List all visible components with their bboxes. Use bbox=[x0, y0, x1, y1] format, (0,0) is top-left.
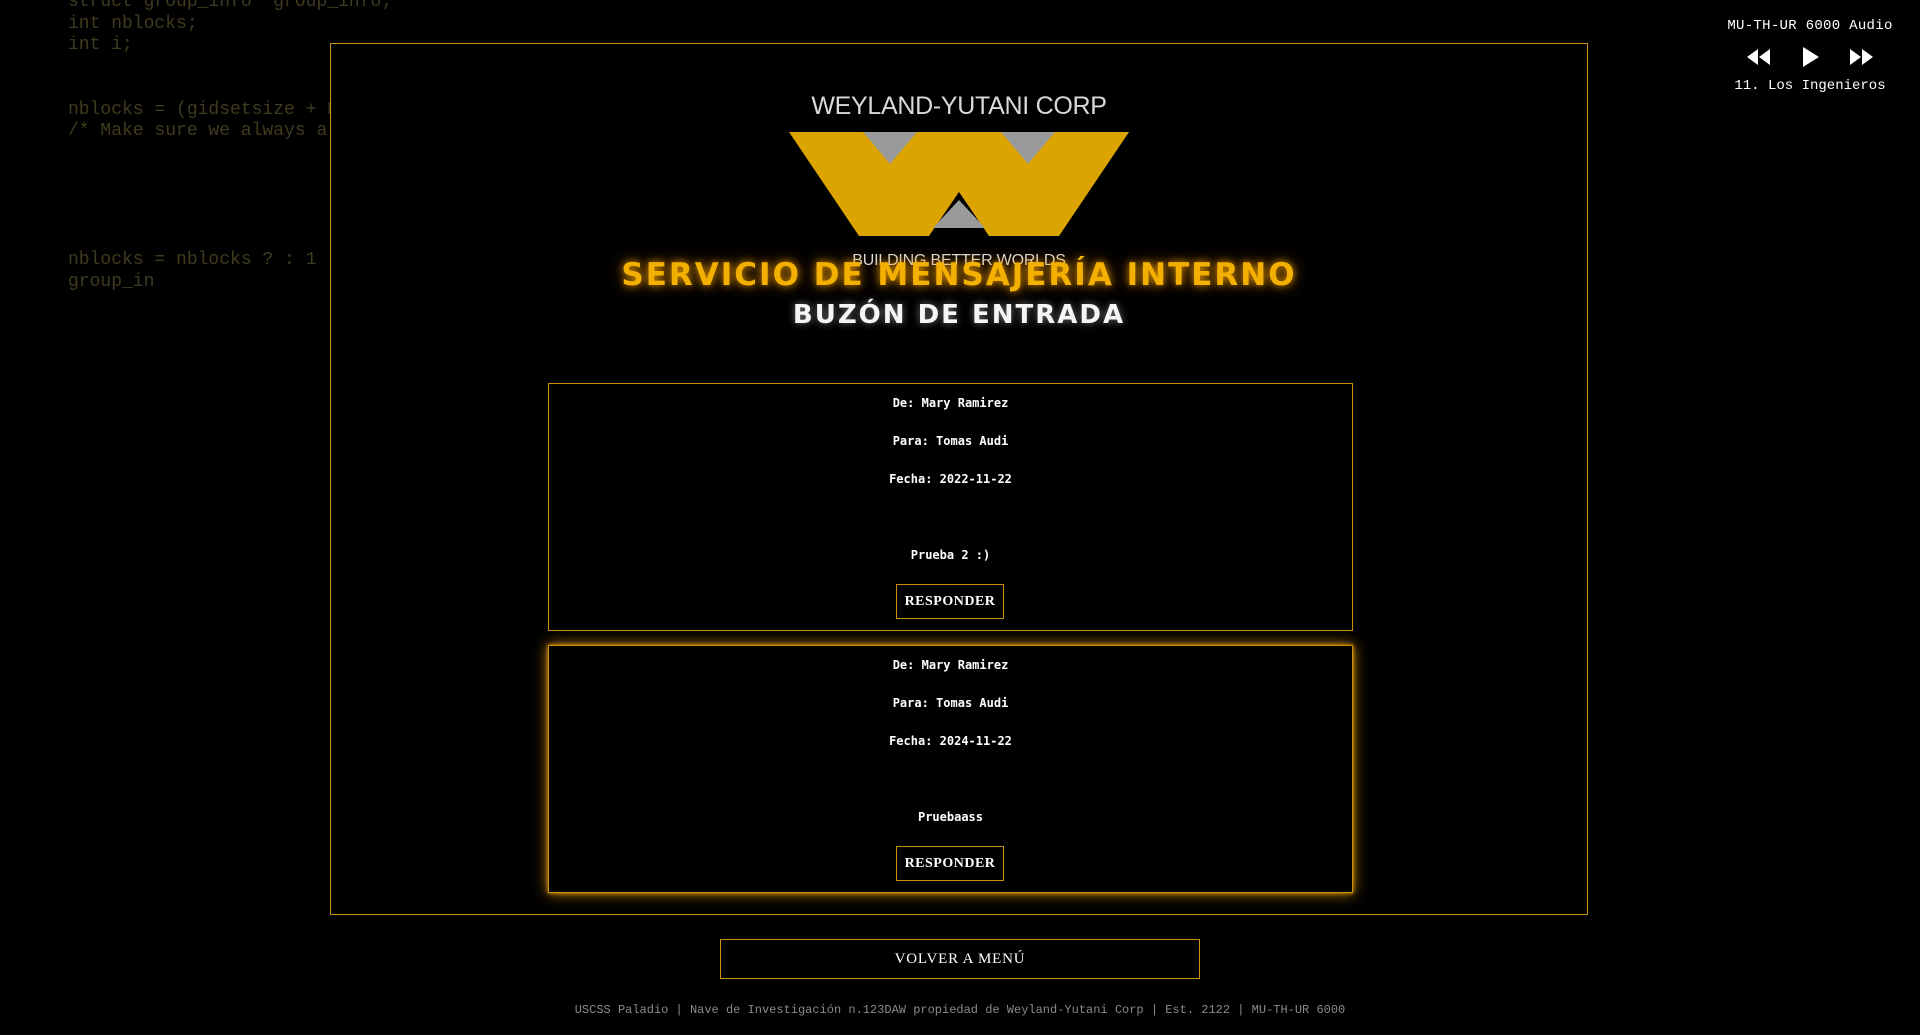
page-title: SERVICIO DE MENSAJERÍA INTERNO bbox=[621, 257, 1297, 293]
reply-button[interactable]: RESPONDER bbox=[896, 846, 1004, 881]
message-body: Prueba 2 :) bbox=[910, 548, 991, 562]
fast-forward-icon bbox=[1850, 49, 1873, 65]
code-line: group_in bbox=[68, 271, 155, 292]
reply-button[interactable]: RESPONDER bbox=[896, 584, 1004, 619]
audio-track-name: 11. Los Ingenieros bbox=[1734, 78, 1886, 94]
message-card: De: Mary Ramirez Para: Tomas Audi Fecha:… bbox=[548, 383, 1353, 631]
message-from: De: Mary Ramirez bbox=[892, 396, 1009, 410]
play-button[interactable] bbox=[1796, 45, 1824, 69]
message-body: Pruebaass bbox=[917, 810, 984, 824]
rewind-button[interactable] bbox=[1744, 45, 1772, 69]
message-date: Fecha: 2024-11-22 bbox=[889, 734, 1012, 748]
play-icon bbox=[1803, 47, 1819, 67]
message-from: De: Mary Ramirez bbox=[892, 658, 1009, 672]
rewind-icon bbox=[1747, 49, 1770, 65]
company-logo: WEYLAND-YUTANI CORP BUILDING BETTER WORL… bbox=[789, 92, 1129, 269]
audio-player: MU-TH-UR 6000 Audio 11. Los Ingenieros bbox=[1720, 18, 1900, 94]
fast-forward-button[interactable] bbox=[1848, 45, 1876, 69]
message-card: De: Mary Ramirez Para: Tomas Audi Fecha:… bbox=[548, 645, 1353, 893]
code-line: int i; bbox=[68, 35, 133, 55]
weyland-yutani-logo-icon bbox=[789, 132, 1129, 236]
logo-company-name: WEYLAND-YUTANI CORP bbox=[811, 92, 1107, 120]
page-subtitle: BUZÓN DE ENTRADA bbox=[792, 300, 1126, 330]
audio-player-title: MU-TH-UR 6000 Audio bbox=[1727, 18, 1893, 34]
back-to-menu-button[interactable]: VOLVER A MENÚ bbox=[720, 939, 1200, 979]
footer-text: USCSS Paladio | Nave de Investigación n.… bbox=[574, 1003, 1346, 1017]
message-to: Para: Tomas Audi bbox=[892, 434, 1009, 448]
code-line: struct group_info *group_info; bbox=[68, 0, 393, 12]
message-date: Fecha: 2022-11-22 bbox=[889, 472, 1012, 486]
audio-controls bbox=[1720, 44, 1900, 70]
code-line: int nblocks; bbox=[68, 13, 198, 34]
inbox-panel: WEYLAND-YUTANI CORP BUILDING BETTER WORL… bbox=[330, 43, 1588, 915]
code-line: nblocks = nblocks ? : 1 bbox=[68, 250, 317, 270]
message-to: Para: Tomas Audi bbox=[892, 696, 1009, 710]
